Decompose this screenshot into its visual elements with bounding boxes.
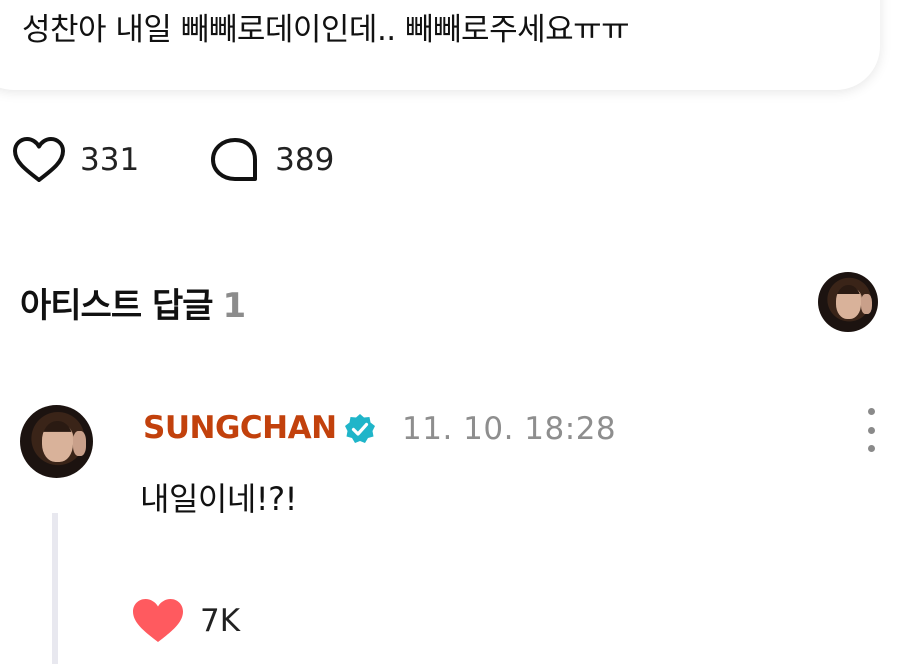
artist-replies-label: 아티스트 답글 <box>20 286 214 326</box>
heart-filled-icon <box>133 599 183 642</box>
artist-replies-title: 아티스트 답글 1 <box>20 278 247 327</box>
comment-like-count: 7K <box>200 603 241 639</box>
comment-author-avatar[interactable] <box>20 405 93 478</box>
comment-like-button[interactable]: 7K <box>131 597 240 645</box>
comment-count: 389 <box>275 142 335 178</box>
comment-button[interactable]: 389 <box>209 136 334 184</box>
comment-text: 내일이네!?! <box>140 480 297 518</box>
post-card: 성찬아 내일 빼빼로데이인데.. 빼빼로주세요ㅠㅠ <box>0 0 880 90</box>
comment-author-name[interactable]: SUNGCHAN <box>143 410 337 446</box>
comment-timestamp: 11. 10. 18:28 <box>402 411 617 447</box>
like-count: 331 <box>80 142 140 178</box>
like-button[interactable]: 331 <box>12 136 139 184</box>
post-text: 성찬아 내일 빼빼로데이인데.. 빼빼로주세요ㅠㅠ <box>22 12 630 48</box>
verified-badge-icon <box>345 414 375 443</box>
artist-avatar[interactable] <box>818 272 878 332</box>
comment-bubble-icon <box>211 138 258 181</box>
thread-line <box>52 513 58 664</box>
post-reactions: 331 389 <box>12 136 334 184</box>
app-screen: 성찬아 내일 빼빼로데이인데.. 빼빼로주세요ㅠㅠ 331 389 아티스트 답… <box>0 0 902 664</box>
heart-outline-icon <box>13 137 65 182</box>
more-vertical-icon[interactable] <box>858 408 884 452</box>
artist-replies-count: 1 <box>222 286 247 326</box>
